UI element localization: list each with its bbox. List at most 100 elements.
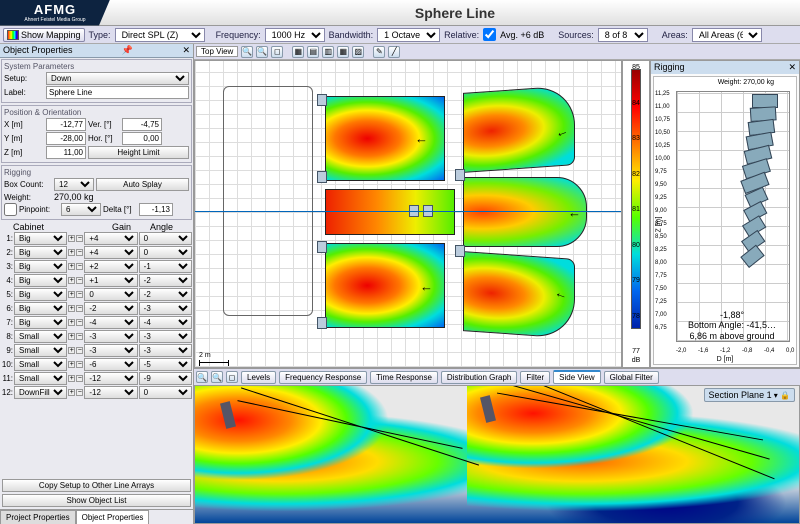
rigging-plot[interactable]: Weight: 270,00 kg Z [m] D [m] 11,2511,00… <box>653 76 797 365</box>
bandwidth-select[interactable]: 1 Octave <box>377 28 440 42</box>
pinpoint-checkbox[interactable] <box>4 203 17 216</box>
angle-select[interactable]: -2 <box>139 288 192 301</box>
cabinet-select[interactable]: Big <box>14 246 67 259</box>
minus-icon[interactable]: − <box>76 319 83 326</box>
hor-input[interactable] <box>122 132 162 145</box>
pencil-icon[interactable]: ✎ <box>373 46 385 58</box>
cabinet-select[interactable]: Small <box>14 330 67 343</box>
zoom-fit-icon[interactable]: ◻ <box>271 46 283 58</box>
top-view[interactable]: ← ← ← ← ← 2 m <box>194 60 622 368</box>
view-toggle-2-icon[interactable]: ▤ <box>307 46 319 58</box>
minus-icon[interactable]: − <box>76 389 83 396</box>
plus-icon[interactable]: + <box>68 389 75 396</box>
gain-select[interactable]: +2 <box>84 260 137 273</box>
angle-select[interactable]: -5 <box>139 358 192 371</box>
relative-checkbox[interactable] <box>483 28 496 41</box>
ver-input[interactable] <box>122 118 162 131</box>
angle-select[interactable]: -3 <box>139 302 192 315</box>
angle-select[interactable]: -3 <box>139 344 192 357</box>
label-input[interactable] <box>46 86 189 99</box>
tab-frequency-response[interactable]: Frequency Response <box>279 371 367 384</box>
tab-filter[interactable]: Filter <box>520 371 550 384</box>
cabinet-select[interactable]: Small <box>14 372 67 385</box>
cabinet-select[interactable]: Big <box>14 288 67 301</box>
gain-select[interactable]: -12 <box>84 386 137 399</box>
plus-icon[interactable]: + <box>68 291 75 298</box>
speaker-icon[interactable] <box>317 94 327 106</box>
plus-icon[interactable]: + <box>68 361 75 368</box>
cabinet-select[interactable]: Small <box>14 344 67 357</box>
gain-select[interactable]: 0 <box>84 288 137 301</box>
gain-select[interactable]: +1 <box>84 274 137 287</box>
tab-side-view[interactable]: Side View <box>553 370 600 384</box>
view-toggle-5-icon[interactable]: ▨ <box>352 46 364 58</box>
view-toggle-1-icon[interactable]: ▦ <box>292 46 304 58</box>
gain-select[interactable]: -3 <box>84 330 137 343</box>
speaker-icon[interactable] <box>317 171 327 183</box>
angle-select[interactable]: 0 <box>139 386 192 399</box>
angle-select[interactable]: -2 <box>139 274 192 287</box>
plus-icon[interactable]: + <box>68 305 75 312</box>
zoom-in-icon[interactable]: 🔍 <box>241 46 253 58</box>
line-icon[interactable]: ╱ <box>388 46 400 58</box>
show-object-list-button[interactable]: Show Object List <box>2 494 191 507</box>
gain-select[interactable]: +4 <box>84 246 137 259</box>
cabinet-select[interactable]: Small <box>14 358 67 371</box>
speaker-icon[interactable] <box>455 245 465 257</box>
minus-icon[interactable]: − <box>76 277 83 284</box>
tab-levels[interactable]: Levels <box>241 371 276 384</box>
plus-icon[interactable]: + <box>68 375 75 382</box>
view-toggle-4-icon[interactable]: ▦ <box>337 46 349 58</box>
tab-distribution-graph[interactable]: Distribution Graph <box>441 371 517 384</box>
plus-icon[interactable]: + <box>68 263 75 270</box>
minus-icon[interactable]: − <box>76 375 83 382</box>
gain-select[interactable]: -4 <box>84 316 137 329</box>
y-input[interactable] <box>46 132 86 145</box>
angle-select[interactable]: 0 <box>139 232 192 245</box>
side-view[interactable]: Section Plane 1 ▾ 🔒 <box>194 385 800 524</box>
angle-select[interactable]: -4 <box>139 316 192 329</box>
delta-input[interactable] <box>139 203 173 216</box>
zoom-out-icon[interactable]: 🔍 <box>256 46 268 58</box>
speaker-icon[interactable] <box>455 169 465 181</box>
cabinet-select[interactable]: Big <box>14 274 67 287</box>
zoom-fit-icon[interactable]: ◻ <box>226 371 238 383</box>
cabinet-select[interactable]: DownFill <box>14 386 67 399</box>
speaker-icon[interactable] <box>317 317 327 329</box>
zoom-in-icon[interactable]: 🔍 <box>196 371 208 383</box>
cabinet-select[interactable]: Big <box>14 232 67 245</box>
minus-icon[interactable]: − <box>76 347 83 354</box>
close-icon[interactable]: ✕ <box>788 62 796 73</box>
angle-select[interactable]: -9 <box>139 372 192 385</box>
angle-select[interactable]: -1 <box>139 260 192 273</box>
speaker-icon[interactable] <box>317 241 327 253</box>
pin-icon[interactable]: 📌 <box>122 45 133 56</box>
gain-select[interactable]: +4 <box>84 232 137 245</box>
minus-icon[interactable]: − <box>76 249 83 256</box>
sources-select[interactable]: 8 of 8 <box>598 28 648 42</box>
minus-icon[interactable]: − <box>76 305 83 312</box>
plus-icon[interactable]: + <box>68 347 75 354</box>
plus-icon[interactable]: + <box>68 235 75 242</box>
gain-select[interactable]: -3 <box>84 344 137 357</box>
section-plane-select[interactable]: Section Plane 1 ▾ 🔒 <box>704 388 795 402</box>
areas-select[interactable]: All Areas (6) <box>692 28 762 42</box>
x-input[interactable] <box>46 118 86 131</box>
plus-icon[interactable]: + <box>68 333 75 340</box>
minus-icon[interactable]: − <box>76 235 83 242</box>
minus-icon[interactable]: − <box>76 263 83 270</box>
box-count-select[interactable]: 12 <box>54 178 94 191</box>
auto-splay-button[interactable]: Auto Splay <box>96 178 189 191</box>
gain-select[interactable]: -12 <box>84 372 137 385</box>
tab-object-properties[interactable]: Object Properties <box>76 510 150 524</box>
pinpoint-select[interactable]: 6 <box>61 203 101 216</box>
cabinet-select[interactable]: Big <box>14 316 67 329</box>
frequency-select[interactable]: 1000 Hz <box>265 28 325 42</box>
height-limit-button[interactable]: Height Limit <box>88 146 189 159</box>
gain-select[interactable]: -6 <box>84 358 137 371</box>
angle-select[interactable]: 0 <box>139 246 192 259</box>
angle-select[interactable]: -3 <box>139 330 192 343</box>
minus-icon[interactable]: − <box>76 333 83 340</box>
tab-project-properties[interactable]: Project Properties <box>0 510 76 524</box>
view-toggle-3-icon[interactable]: ▥ <box>322 46 334 58</box>
